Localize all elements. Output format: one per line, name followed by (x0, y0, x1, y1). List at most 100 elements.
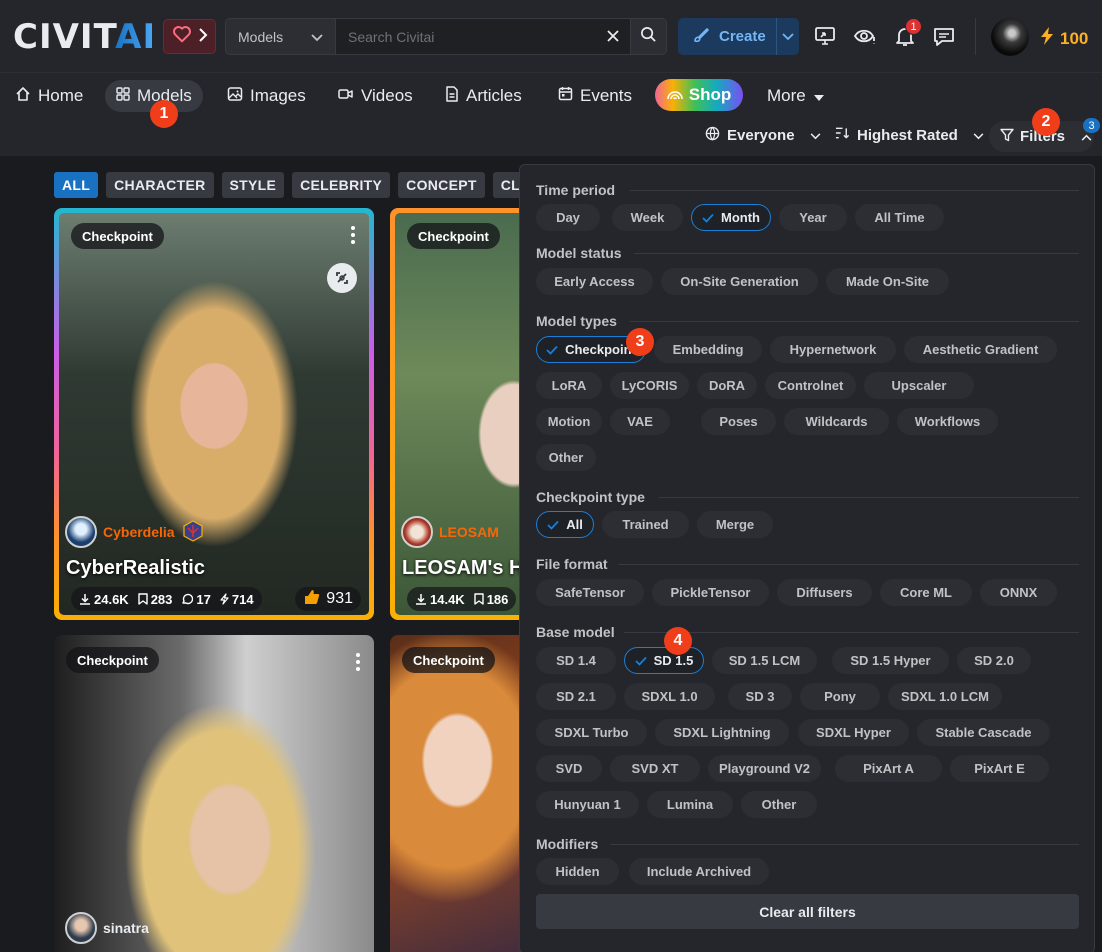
filter-chip-base-model-sd-1-4[interactable]: SD 1.4 (536, 647, 616, 674)
filter-chip-model-types-upscaler[interactable]: Upscaler (864, 372, 974, 399)
search-input[interactable] (336, 19, 596, 54)
filter-chip-time-period-week[interactable]: Week (612, 204, 683, 231)
nav-item-events[interactable]: Events (547, 80, 643, 112)
filter-chip-file-format-pickletensor[interactable]: PickleTensor (652, 579, 769, 606)
filter-chip-model-types-motion[interactable]: Motion (536, 408, 602, 435)
browsing-level-select[interactable]: Everyone (705, 126, 821, 145)
filter-chip-base-model-sd-3[interactable]: SD 3 (728, 683, 792, 710)
filter-chip-base-model-lumina[interactable]: Lumina (647, 791, 733, 818)
filter-chip-file-format-core-ml[interactable]: Core ML (880, 579, 972, 606)
user-avatar[interactable] (991, 18, 1029, 56)
create-menu-toggle[interactable] (776, 18, 799, 55)
filter-chip-base-model-sd-1-5-hyper[interactable]: SD 1.5 Hyper (832, 647, 949, 674)
nav-item-home[interactable]: Home (4, 80, 94, 112)
sort-select[interactable]: Highest Rated (835, 126, 984, 144)
model-card[interactable]: Checkpoint sinatra (54, 635, 374, 952)
nav-more-menu[interactable]: More (767, 86, 824, 106)
filter-chip-base-model-svd[interactable]: SVD (536, 755, 602, 782)
model-card-image[interactable]: Checkpoint LEOSAM LEOSAM's H 14.4K 186 (395, 213, 535, 615)
screen-cast-icon[interactable] (813, 24, 837, 48)
support-button[interactable] (163, 19, 216, 54)
filter-chip-model-types-poses[interactable]: Poses (701, 408, 776, 435)
filter-chip-base-model-hunyuan-1[interactable]: Hunyuan 1 (536, 791, 639, 818)
clear-all-filters-button[interactable]: Clear all filters (536, 894, 1079, 929)
category-celebrity[interactable]: CELEBRITY (292, 172, 391, 198)
filter-chip-time-period-year[interactable]: Year (779, 204, 847, 231)
filter-chip-checkpoint-type-trained[interactable]: Trained (602, 511, 689, 538)
buzz-balance[interactable]: 100 (1040, 26, 1088, 51)
model-card[interactable]: Checkpoint LEOSAM LEOSAM's H 14.4K 186 (390, 208, 540, 620)
filter-chip-checkpoint-type-merge[interactable]: Merge (697, 511, 773, 538)
filter-chip-time-period-day[interactable]: Day (536, 204, 600, 231)
filter-chip-time-period-month[interactable]: Month (691, 204, 771, 231)
card-menu-icon[interactable] (351, 226, 355, 244)
filter-chip-base-model-sdxl-1-0[interactable]: SDXL 1.0 (624, 683, 715, 710)
filter-chip-model-types-hypernetwork[interactable]: Hypernetwork (770, 336, 896, 363)
filter-chip-model-types-lora[interactable]: LoRA (536, 372, 602, 399)
filter-chip-base-model-svd-xt[interactable]: SVD XT (610, 755, 700, 782)
photo-icon (227, 86, 243, 107)
remix-icon[interactable] (327, 263, 357, 293)
filter-chip-model-types-workflows[interactable]: Workflows (897, 408, 998, 435)
filter-chip-model-types-dora[interactable]: DoRA (697, 372, 757, 399)
category-all[interactable]: ALL (54, 172, 99, 198)
filter-chip-base-model-pixart-a[interactable]: PixArt A (835, 755, 942, 782)
filter-chip-model-status-on-site-generation[interactable]: On-Site Generation (661, 268, 818, 295)
filter-chip-model-types-embedding[interactable]: Embedding (654, 336, 762, 363)
model-card-image[interactable]: Checkpoint sinatra (54, 635, 374, 952)
filter-chip-model-types-lycoris[interactable]: LyCORIS (610, 372, 689, 399)
filter-chip-checkpoint-type-all[interactable]: All (536, 511, 594, 538)
model-card-image[interactable]: Checkpoint Cyberdelia CyberRealistic 24.… (59, 213, 369, 615)
eye-icon[interactable] (853, 24, 877, 48)
model-card[interactable]: Checkpoint (390, 635, 540, 952)
search-clear-button[interactable] (596, 19, 630, 54)
filter-chip-modifiers-include-archived[interactable]: Include Archived (629, 858, 769, 885)
filter-chip-model-status-made-on-site[interactable]: Made On-Site (826, 268, 949, 295)
category-character[interactable]: CHARACTER (106, 172, 214, 198)
creator-info[interactable]: sinatra (65, 912, 149, 944)
filter-chip-file-format-onnx[interactable]: ONNX (980, 579, 1057, 606)
filter-chip-model-types-other[interactable]: Other (536, 444, 596, 471)
create-main[interactable]: Create (678, 18, 776, 55)
filter-chip-base-model-sd-2-1[interactable]: SD 2.1 (536, 683, 616, 710)
nav-item-articles[interactable]: Articles (434, 80, 533, 112)
model-card[interactable]: Checkpoint Cyberdelia CyberRealistic 24.… (54, 208, 374, 620)
nav-item-videos[interactable]: Videos (327, 80, 424, 112)
filter-chip-file-format-safetensor[interactable]: SafeTensor (536, 579, 644, 606)
card-menu-icon[interactable] (356, 653, 360, 671)
filter-chip-label: Upscaler (891, 378, 947, 393)
filter-chip-file-format-diffusers[interactable]: Diffusers (777, 579, 872, 606)
filter-chip-base-model-sd-1-5[interactable]: SD 1.5 (624, 647, 704, 674)
filter-chip-base-model-sdxl-turbo[interactable]: SDXL Turbo (536, 719, 647, 746)
filter-chip-base-model-sd-2-0[interactable]: SD 2.0 (957, 647, 1031, 674)
filter-chip-base-model-sdxl-1-0-lcm[interactable]: SDXL 1.0 LCM (888, 683, 1002, 710)
filter-chip-base-model-stable-cascade[interactable]: Stable Cascade (917, 719, 1050, 746)
filter-chip-base-model-other[interactable]: Other (741, 791, 817, 818)
search-type-select[interactable]: Models (226, 19, 336, 54)
model-likes[interactable]: 931 (295, 587, 361, 611)
civitai-logo[interactable]: CIVITAI (13, 20, 156, 54)
filter-chip-model-types-aesthetic-gradient[interactable]: Aesthetic Gradient (904, 336, 1057, 363)
chat-icon[interactable] (932, 24, 956, 48)
category-concept[interactable]: CONCEPT (398, 172, 485, 198)
filter-chip-model-types-vae[interactable]: VAE (610, 408, 670, 435)
create-button[interactable]: Create (678, 18, 799, 55)
filter-chip-model-types-controlnet[interactable]: Controlnet (765, 372, 856, 399)
model-card-image[interactable]: Checkpoint (390, 635, 540, 952)
filter-chip-base-model-sdxl-lightning[interactable]: SDXL Lightning (655, 719, 789, 746)
nav-item-images[interactable]: Images (216, 80, 317, 112)
filter-chip-base-model-pixart-e[interactable]: PixArt E (950, 755, 1049, 782)
filter-chip-base-model-playground-v2[interactable]: Playground V2 (708, 755, 821, 782)
filter-chip-base-model-pony[interactable]: Pony (800, 683, 880, 710)
filter-chip-modifiers-hidden[interactable]: Hidden (536, 858, 619, 885)
filter-chip-base-model-sdxl-hyper[interactable]: SDXL Hyper (798, 719, 909, 746)
filter-chip-base-model-sd-1-5-lcm[interactable]: SD 1.5 LCM (712, 647, 817, 674)
search-submit-button[interactable] (630, 19, 666, 54)
category-style[interactable]: STYLE (221, 172, 285, 198)
filter-chip-time-period-all-time[interactable]: All Time (855, 204, 944, 231)
filter-chip-model-status-early-access[interactable]: Early Access (536, 268, 653, 295)
nav-item-shop[interactable]: Shop (655, 79, 743, 111)
filter-chip-model-types-wildcards[interactable]: Wildcards (784, 408, 889, 435)
creator-info[interactable]: LEOSAM (401, 516, 499, 548)
creator-info[interactable]: Cyberdelia (65, 516, 205, 548)
